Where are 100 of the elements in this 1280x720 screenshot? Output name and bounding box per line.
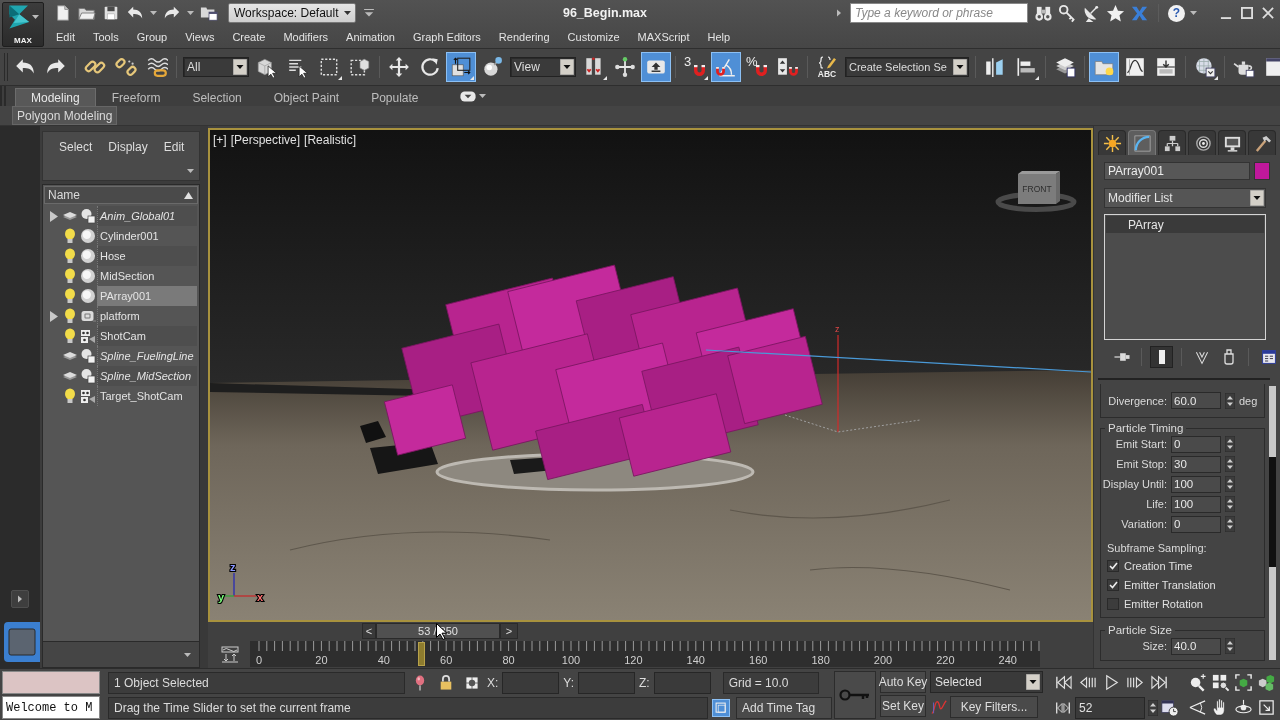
menu-item[interactable]: Animation xyxy=(337,31,404,43)
light-bulb-icon[interactable] xyxy=(64,328,76,344)
checkbox[interactable] xyxy=(1107,597,1119,610)
expand-box-icon[interactable] xyxy=(1257,698,1276,717)
spinner-field[interactable]: 40.0 xyxy=(1171,637,1221,655)
light-bulb-icon[interactable] xyxy=(64,388,76,404)
menu-item[interactable]: Views xyxy=(176,31,224,43)
checkbox[interactable] xyxy=(1107,559,1119,572)
spinner-field[interactable]: 30 xyxy=(1171,455,1221,473)
hierarchy-tab[interactable] xyxy=(1158,130,1186,155)
menu-item[interactable]: Help xyxy=(698,31,740,43)
light-bulb-icon[interactable] xyxy=(64,288,76,304)
light-bulb-icon[interactable] xyxy=(64,308,76,324)
workspace-dropdown[interactable]: Workspace: Default xyxy=(228,3,356,23)
shortcut-override-button[interactable] xyxy=(641,52,671,82)
scrollbar[interactable] xyxy=(1269,386,1276,660)
coordinate-field[interactable] xyxy=(578,671,636,694)
view-cube-icon[interactable] xyxy=(995,171,1077,212)
color-swatch[interactable] xyxy=(1254,162,1270,180)
caret-icon[interactable] xyxy=(187,11,194,15)
percent-snap-button[interactable]: % xyxy=(742,52,772,82)
menu-item[interactable]: Modifiers xyxy=(274,31,338,43)
satellite-dish-icon[interactable] xyxy=(1082,3,1101,23)
framed-cube-icon[interactable] xyxy=(1234,673,1253,692)
page-icon[interactable] xyxy=(54,4,72,22)
explorer-menu[interactable]: Select xyxy=(51,139,101,154)
light-bulb-icon[interactable] xyxy=(64,268,76,284)
ribbon-tab[interactable]: Modeling xyxy=(15,88,96,106)
menu-item[interactable]: Graph Editors xyxy=(403,31,490,43)
viewport-menu-label[interactable]: [Realistic] xyxy=(304,133,357,147)
coordinate-field[interactable] xyxy=(653,671,711,694)
modifier-list-dropdown[interactable]: Modifier List xyxy=(1104,188,1266,208)
next-button[interactable]: > xyxy=(500,623,518,639)
ribbon-tab[interactable]: Freeform xyxy=(95,88,177,106)
spinner-arrows-icon[interactable] xyxy=(1225,496,1235,512)
maximize-icon[interactable] xyxy=(1241,7,1253,19)
stacked-plates-icon[interactable] xyxy=(63,212,77,220)
ribbon-tab[interactable]: Populate xyxy=(355,88,435,106)
light-bulb-icon[interactable] xyxy=(64,228,76,244)
object-name-field[interactable]: PArray001 xyxy=(1104,162,1250,180)
spinner-arrows-icon[interactable] xyxy=(1225,476,1235,492)
menu-item[interactable]: MAXScript xyxy=(628,31,699,43)
motion-tab[interactable] xyxy=(1188,130,1216,155)
menu-item[interactable]: Rendering xyxy=(489,31,559,43)
skip-forward-icon[interactable] xyxy=(1150,673,1169,692)
application-button[interactable]: MAX xyxy=(2,2,44,47)
viewport[interactable]: [+] [Perspective] [Realistic] z FRONT z y x xyxy=(208,128,1093,622)
menu-item[interactable]: Edit xyxy=(47,31,84,43)
name-column-header[interactable]: Name xyxy=(44,186,198,204)
timeline-track[interactable]: 0 20 40 60 80 100 120 140 160 180 200 220 240 xyxy=(250,641,1040,667)
spinner-field[interactable]: 60.0 xyxy=(1171,392,1221,409)
coordinate-field[interactable] xyxy=(502,671,560,694)
selection-filter-dropdown[interactable]: All xyxy=(183,57,249,77)
named-sets-button[interactable]: ABC xyxy=(812,52,842,82)
degradation-toggle-button[interactable] xyxy=(712,698,730,717)
light-bulb-icon[interactable] xyxy=(64,248,76,264)
help-button[interactable]: ? xyxy=(1168,4,1185,22)
create-tab[interactable] xyxy=(1098,130,1126,155)
spinner-arrows-icon[interactable] xyxy=(1225,456,1235,472)
ribbon-tab[interactable]: Selection xyxy=(176,88,258,106)
stacked-plates-icon[interactable] xyxy=(63,372,77,380)
key-set-dropdown[interactable]: Selected xyxy=(930,671,1043,693)
magnifier-plus-icon[interactable] xyxy=(1188,673,1207,692)
modifier-stack-item[interactable]: PArray xyxy=(1106,216,1264,233)
spinner-field[interactable]: 100 xyxy=(1171,495,1221,513)
set-key-button[interactable]: Set Key xyxy=(880,695,926,717)
angle-snap-button[interactable] xyxy=(711,52,741,82)
spinner-arrows-icon[interactable] xyxy=(1225,436,1235,452)
object-name[interactable]: Spline_FuelingLine xyxy=(97,346,197,366)
stacked-plates-icon[interactable] xyxy=(63,352,77,360)
cubes-icon[interactable] xyxy=(1257,673,1276,692)
track-view-toggle-button[interactable] xyxy=(218,643,242,665)
snap-button[interactable]: 3 xyxy=(680,52,710,82)
expand-triangle-icon[interactable] xyxy=(50,310,58,322)
viewport-menu-label[interactable]: [+] xyxy=(213,133,227,147)
previous-button[interactable]: < xyxy=(362,623,376,639)
end-result-button[interactable] xyxy=(1150,346,1173,368)
key-filters-button[interactable]: Key Filters... xyxy=(950,695,1038,718)
object-name[interactable]: ShotCam xyxy=(97,326,197,346)
crosshair-box-icon[interactable] xyxy=(464,674,480,691)
toggle-pill-icon[interactable] xyxy=(459,90,476,102)
map-pin-icon[interactable] xyxy=(415,674,425,691)
named-selection-dropdown[interactable]: Create Selection Se xyxy=(845,57,969,77)
spinner-arrows-icon[interactable] xyxy=(1225,392,1235,409)
reference-coordinates-dropdown[interactable]: View xyxy=(510,57,576,77)
listener-output-field[interactable] xyxy=(2,671,100,694)
search-field[interactable]: Type a keyword or phrase xyxy=(850,3,1028,23)
angle-icon[interactable] xyxy=(1188,698,1207,717)
spinner-arrows-icon[interactable] xyxy=(1148,699,1158,716)
ribbon-panel-tab[interactable]: Polygon Modeling xyxy=(12,106,118,125)
object-name[interactable]: Hose xyxy=(97,246,197,266)
window-clock-icon[interactable] xyxy=(1161,698,1179,717)
caret-icon[interactable] xyxy=(1190,11,1197,15)
star-icon[interactable] xyxy=(1106,3,1125,23)
explorer-menu[interactable]: Display xyxy=(100,139,156,154)
expand-button[interactable] xyxy=(11,590,29,608)
object-name[interactable]: Spline_MidSection xyxy=(97,366,197,386)
caret-icon[interactable] xyxy=(184,652,191,657)
spinner-field[interactable]: 100 xyxy=(1171,475,1221,493)
frame-field[interactable]: 52 xyxy=(1075,696,1145,719)
